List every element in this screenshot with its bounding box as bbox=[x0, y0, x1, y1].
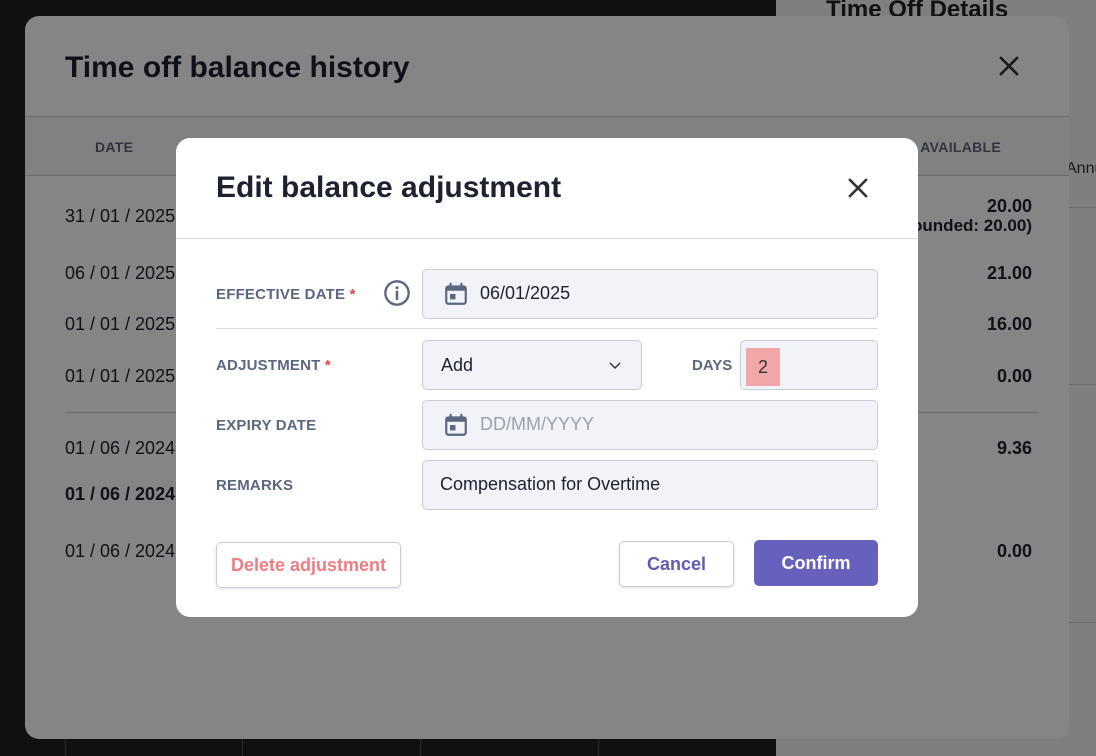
expiry-date-label: EXPIRY DATE bbox=[216, 417, 317, 434]
expiry-date-input[interactable]: DD/MM/YYYY bbox=[422, 400, 878, 450]
adjustment-label-text: ADJUSTMENT bbox=[216, 357, 321, 374]
required-marker: * bbox=[324, 357, 331, 374]
confirm-button[interactable]: Confirm bbox=[754, 540, 878, 586]
days-input[interactable]: 2 bbox=[740, 340, 878, 390]
modal-divider bbox=[176, 238, 918, 239]
effective-date-label-text: EFFECTIVE DATE bbox=[216, 286, 346, 303]
close-icon[interactable] bbox=[844, 174, 872, 202]
remarks-value: Compensation for Overtime bbox=[440, 474, 661, 494]
calendar-icon bbox=[445, 413, 467, 436]
expiry-date-placeholder: DD/MM/YYYY bbox=[480, 414, 595, 434]
effective-date-value: 06/01/2025 bbox=[480, 283, 571, 303]
effective-date-label: EFFECTIVE DATE * bbox=[216, 286, 356, 303]
info-circle-icon[interactable] bbox=[383, 279, 411, 307]
cancel-button[interactable]: Cancel bbox=[619, 541, 734, 587]
adjustment-select[interactable]: Add bbox=[422, 340, 642, 390]
field-divider bbox=[216, 328, 878, 329]
edit-balance-adjustment-modal: Edit balance adjustment EFFECTIVE DATE *… bbox=[176, 138, 918, 617]
remarks-input[interactable]: Compensation for Overtime bbox=[422, 460, 878, 510]
edit-modal-title: Edit balance adjustment bbox=[216, 171, 562, 204]
days-value: 2 bbox=[746, 348, 780, 386]
effective-date-input[interactable]: 06/01/2025 bbox=[422, 269, 878, 319]
remarks-label: REMARKS bbox=[216, 477, 294, 494]
days-label: DAYS bbox=[692, 357, 733, 374]
adjustment-selected-value: Add bbox=[441, 355, 474, 375]
adjustment-label: ADJUSTMENT * bbox=[216, 357, 331, 374]
calendar-icon bbox=[445, 282, 467, 305]
chevron-down-icon bbox=[609, 362, 621, 369]
delete-adjustment-button[interactable]: Delete adjustment bbox=[216, 542, 401, 588]
required-marker: * bbox=[349, 286, 356, 303]
